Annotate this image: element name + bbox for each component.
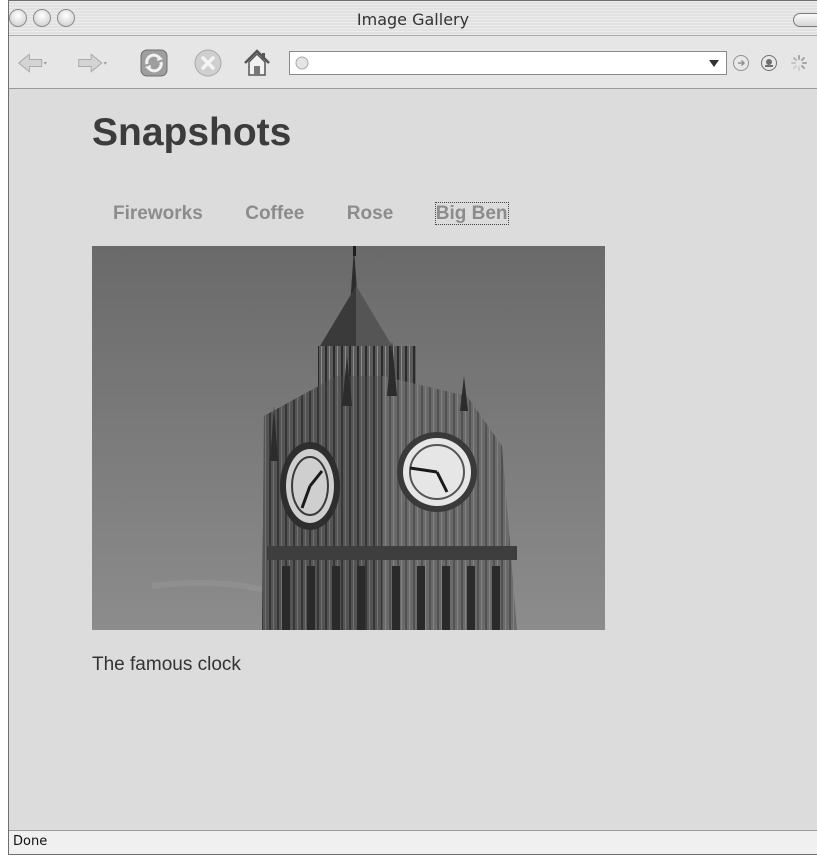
big-ben-photo <box>92 246 605 630</box>
reload-button[interactable] <box>139 48 169 78</box>
back-arrow-icon <box>18 53 47 73</box>
url-input[interactable] <box>314 54 698 74</box>
address-bar[interactable] <box>289 51 727 75</box>
search-engine-icon <box>761 55 777 71</box>
gallery-image <box>92 246 605 630</box>
gallery-nav-item: Fireworks <box>113 203 203 225</box>
search-engine-button[interactable] <box>757 48 781 78</box>
image-caption: The famous clock <box>92 654 241 675</box>
go-icon <box>733 55 749 71</box>
history-dropdown-icon[interactable] <box>709 60 719 68</box>
window-title: Image Gallery <box>356 10 470 29</box>
globe-icon <box>295 56 309 70</box>
home-icon <box>244 49 270 76</box>
gallery-nav-item: Rose <box>347 203 393 225</box>
gallery-link-big-ben[interactable]: Big Ben <box>434 202 509 225</box>
gallery-link-coffee[interactable]: Coffee <box>245 203 304 224</box>
navigation-toolbar <box>9 36 817 89</box>
gallery-nav-item: Big Ben <box>434 202 509 225</box>
back-button[interactable] <box>17 48 47 78</box>
stop-button[interactable] <box>193 48 223 78</box>
gallery-link-fireworks[interactable]: Fireworks <box>113 203 203 224</box>
home-button[interactable] <box>242 48 272 78</box>
title-bar[interactable]: Image Gallery <box>9 1 817 36</box>
go-button[interactable] <box>729 48 753 78</box>
reload-icon <box>140 49 168 77</box>
gallery-nav-item: Coffee <box>245 203 304 225</box>
gallery-nav: Fireworks Coffee Rose Big Ben <box>113 202 546 225</box>
page-content: Snapshots Fireworks Coffee Rose Big Ben <box>9 89 817 830</box>
stop-icon <box>194 49 222 77</box>
forward-arrow-icon <box>78 53 107 73</box>
browser-window: Image Gallery Snapshots Fireworks Coffee… <box>8 0 817 855</box>
toolbar-toggle-button[interactable] <box>793 13 817 27</box>
gallery-link-rose[interactable]: Rose <box>347 203 393 224</box>
status-bar: Done <box>9 830 817 854</box>
spinner-icon <box>791 55 807 71</box>
status-text: Done <box>13 834 48 849</box>
forward-button[interactable] <box>77 48 107 78</box>
loading-throbber <box>787 48 811 78</box>
page-heading: Snapshots <box>92 111 292 154</box>
